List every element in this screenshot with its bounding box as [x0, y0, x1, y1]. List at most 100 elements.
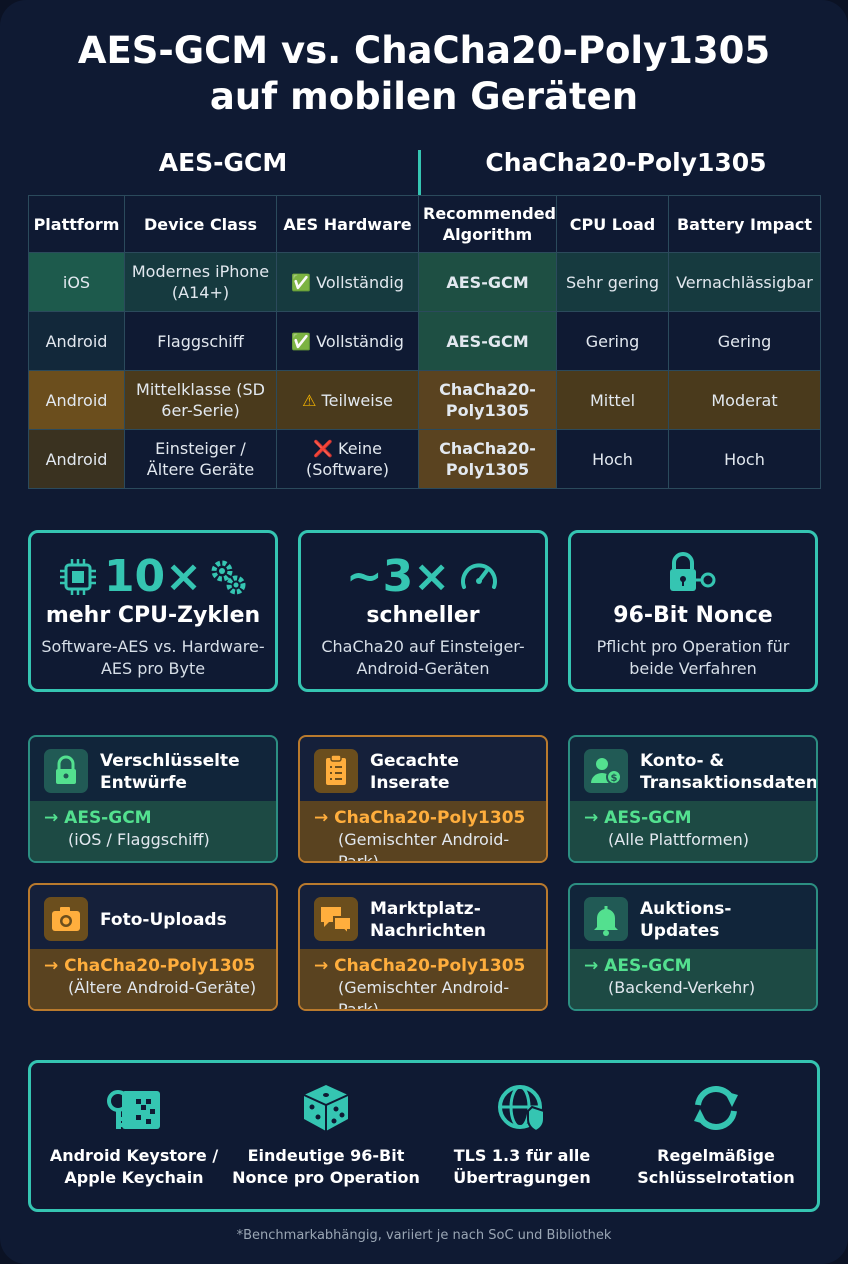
title-line-2: auf mobilen Geräten [209, 75, 639, 118]
header-aes-hardware: AES Hardware [276, 195, 419, 253]
cell-device: Mittelklasse (SD 6er-Serie) [124, 370, 277, 430]
best-practice-item: Android Keystore / Apple Keychain [39, 1083, 229, 1189]
cell-platform: iOS [28, 252, 125, 312]
use-case-recommendation: → AES-GCM (iOS / Flaggschiff) [30, 801, 276, 861]
stat-value-row: ~3× [301, 551, 545, 602]
check-icon: ✅ [291, 331, 312, 351]
cell-cpu-load: Hoch [556, 429, 669, 489]
cell-hardware: ❌ Keine (Software) [276, 429, 419, 489]
use-case-algorithm: AES-GCM [604, 956, 692, 976]
stat-label: schneller [366, 603, 480, 628]
use-case-scope: (Ältere Android-Geräte) [68, 978, 257, 997]
page-title: AES-GCM vs. ChaCha20-Poly1305 auf mobile… [0, 28, 848, 120]
best-practice-item: Eindeutige 96-Bit Nonce pro Operation [231, 1083, 421, 1189]
dice-icon [303, 1085, 349, 1131]
table-row: Android Einsteiger / Ältere Geräte ❌ Kei… [28, 429, 821, 489]
cell-hardware: ✅ Vollständig [276, 311, 419, 371]
stat-description: Pflicht pro Operation für beide Verfahre… [596, 637, 790, 678]
use-case-title: Konto- & Transaktionsdaten [640, 751, 818, 793]
gears-icon [211, 560, 246, 595]
arrow-icon: → [584, 808, 599, 828]
warning-icon: ⚠ [302, 390, 317, 410]
user-money-icon: $ [584, 749, 628, 793]
stat-card-speed: ~3× schneller ChaCha20 auf Einsteiger-An… [298, 530, 548, 692]
cell-algorithm: AES-GCM [418, 311, 557, 371]
cell-algorithm: ChaCha20-Poly1305 [418, 370, 557, 430]
stat-value-row: 10× [31, 551, 275, 602]
clipboard-icon [314, 749, 358, 793]
cell-platform: Android [28, 429, 125, 489]
hardware-status: Teilweise [321, 390, 393, 410]
stat-description: ChaCha20 auf Einsteiger-Android-Geräten [321, 637, 525, 678]
arrow-icon: → [314, 808, 329, 828]
check-icon: ✅ [291, 272, 312, 292]
chip-icon [59, 559, 96, 595]
use-case-algorithm: ChaCha20-Poly1305 [334, 808, 526, 828]
stat-card-nonce: 96-Bit Nonce Pflicht pro Operation für b… [568, 530, 818, 692]
use-case-algorithm: AES-GCM [64, 808, 152, 828]
table-row: iOS Modernes iPhone (A14+) ✅ Vollständig… [28, 252, 821, 312]
cell-device: Flaggschiff [124, 311, 277, 371]
use-case-scope: (Backend-Verkehr) [608, 978, 756, 997]
header-cpu-load: CPU Load [556, 195, 669, 253]
speedometer-icon [461, 563, 498, 589]
hardware-status: Vollständig [316, 331, 404, 351]
arrow-icon: → [314, 956, 329, 976]
use-case-card: Foto-Uploads → ChaCha20-Poly1305 (Ältere… [28, 883, 278, 1011]
cell-cpu-load: Mittel [556, 370, 669, 430]
use-case-recommendation: → ChaCha20-Poly1305 (Gemischter Android-… [300, 801, 546, 861]
cell-battery: Hoch [668, 429, 821, 489]
use-case-card: Marktplatz-Nachrichten → ChaCha20-Poly13… [298, 883, 548, 1011]
best-practice-text: Regelmäßige Schlüsselrotation [637, 1146, 795, 1187]
header-battery-impact: Battery Impact [668, 195, 821, 253]
use-case-algorithm: AES-GCM [604, 808, 692, 828]
best-practice-text: TLS 1.3 für alle Übertragungen [453, 1146, 591, 1187]
stat-description: Software-AES vs. Hardware-AES pro Byte [41, 637, 265, 678]
chat-icon [314, 897, 358, 941]
stat-value: ~3× [345, 551, 451, 602]
use-case-algorithm: ChaCha20-Poly1305 [334, 956, 526, 976]
cell-device: Einsteiger / Ältere Geräte [124, 429, 277, 489]
column-heading-aes: AES-GCM [158, 148, 288, 177]
use-case-title: Foto-Uploads [100, 910, 227, 930]
hardware-status: Vollständig [316, 272, 404, 292]
use-case-title: Gecachte Inserate [370, 751, 459, 793]
header-platform: Plattform [28, 195, 125, 253]
cell-cpu-load: Sehr gering [556, 252, 669, 312]
best-practice-text: Eindeutige 96-Bit Nonce pro Operation [232, 1146, 420, 1187]
infographic-card: AES-GCM vs. ChaCha20-Poly1305 auf mobile… [0, 0, 848, 1264]
title-line-1: AES-GCM vs. ChaCha20-Poly1305 [77, 29, 771, 72]
stat-card-cpu-cycles: 10× mehr CPU-Zyklen Software-AES vs. Har… [28, 530, 278, 692]
lock-key-icon [670, 552, 716, 591]
use-case-scope: (iOS / Flaggschiff) [68, 830, 210, 849]
table-header-row: Plattform Device Class AES Hardware Reco… [28, 195, 821, 253]
use-case-recommendation: → ChaCha20-Poly1305 (Ältere Android-Gerä… [30, 949, 276, 1009]
camera-icon [44, 897, 88, 941]
use-case-card: $ Konto- & Transaktionsdaten → AES-GCM (… [568, 735, 818, 863]
best-practice-text: Android Keystore / Apple Keychain [49, 1146, 219, 1187]
table-row: Android Flaggschiff ✅ Vollständig AES-GC… [28, 311, 821, 371]
cell-device: Modernes iPhone (A14+) [124, 252, 277, 312]
cell-platform: Android [28, 370, 125, 430]
lock-icon [44, 749, 88, 793]
stat-value: 10× [103, 551, 203, 602]
cell-battery: Gering [668, 311, 821, 371]
cell-battery: Moderat [668, 370, 821, 430]
svg-text:$: $ [611, 773, 618, 784]
cell-hardware: ⚠ Teilweise [276, 370, 419, 430]
table-row: Android Mittelklasse (SD 6er-Serie) ⚠ Te… [28, 370, 821, 430]
footnote: *Benchmarkabhängig, variiert je nach SoC… [236, 1228, 612, 1243]
bell-icon [584, 897, 628, 941]
cell-algorithm: ChaCha20-Poly1305 [418, 429, 557, 489]
comparison-table: Plattform Device Class AES Hardware Reco… [28, 195, 821, 489]
rotate-icon [694, 1086, 738, 1130]
cell-hardware: ✅ Vollständig [276, 252, 419, 312]
use-case-recommendation: → AES-GCM (Alle Plattformen) [570, 801, 816, 861]
globe-shield-icon [498, 1085, 545, 1133]
arrow-icon: → [584, 956, 599, 976]
cell-platform: Android [28, 311, 125, 371]
cross-icon: ❌ [313, 439, 333, 458]
use-case-scope: (Alle Plattformen) [608, 830, 749, 849]
use-case-algorithm: ChaCha20-Poly1305 [64, 956, 256, 976]
header-recommended-algorithm: Recommended Algorithm [418, 195, 557, 253]
